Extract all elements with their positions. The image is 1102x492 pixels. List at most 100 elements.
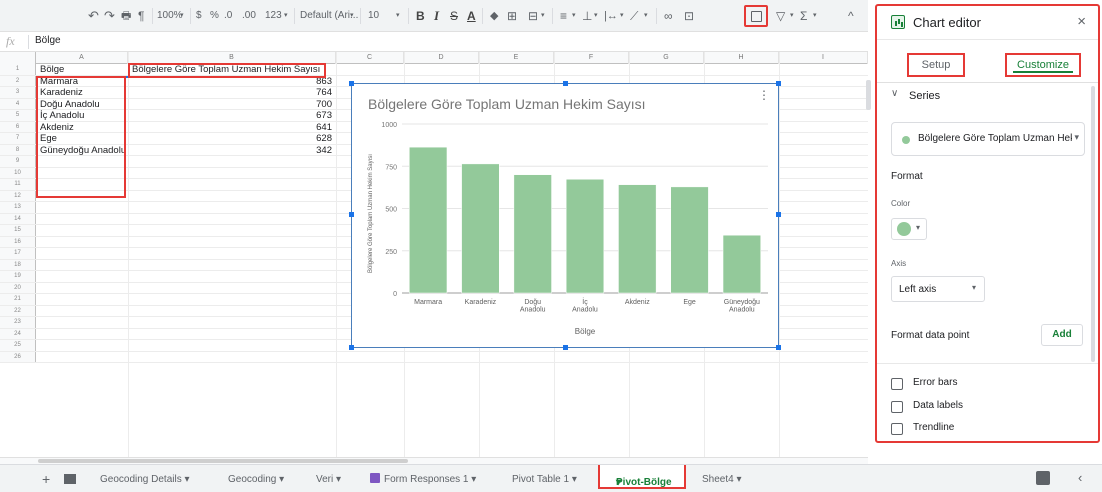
cell-b[interactable] [130, 306, 332, 317]
cell-b[interactable] [130, 294, 332, 305]
row-header[interactable]: 6 [0, 121, 36, 132]
italic-button[interactable]: I [434, 8, 439, 24]
font-size-select[interactable]: 10 [368, 8, 379, 24]
paint-format-button[interactable]: ¶ [138, 8, 144, 24]
add-sheet-button[interactable]: + [42, 471, 50, 487]
column-header-h[interactable]: H [704, 52, 779, 64]
close-icon[interactable]: × [1077, 13, 1086, 30]
trendline-checkbox[interactable] [891, 423, 903, 435]
sheet-tab-geocoding-details[interactable]: Geocoding Details ▾ [100, 473, 190, 487]
borders-button[interactable]: ⊞ [507, 8, 517, 24]
tab-setup[interactable]: Setup [907, 53, 965, 77]
text-color-button[interactable]: A [467, 8, 476, 24]
cell-a[interactable] [40, 248, 126, 259]
insert-link-button[interactable]: ∞ [664, 8, 673, 24]
row-header[interactable]: 4 [0, 98, 36, 109]
decrease-decimals-button[interactable]: .0 [224, 8, 232, 24]
increase-decimals-button[interactable]: .00 [242, 8, 256, 24]
text-rotation-button[interactable]: ⟋ [630, 8, 638, 24]
sheet-tab-form-responses-1[interactable]: Form Responses 1 ▾ [370, 473, 476, 487]
column-header-e[interactable]: E [479, 52, 554, 64]
cell-a[interactable] [40, 271, 126, 282]
cell-b[interactable] [130, 179, 332, 190]
resize-handle[interactable] [563, 81, 568, 86]
cell-b[interactable] [130, 156, 332, 167]
row-header[interactable]: 15 [0, 225, 36, 236]
row-header[interactable]: 21 [0, 294, 36, 305]
side-panel-toggle[interactable]: ‹ [1078, 470, 1082, 485]
sheet-tab-pivot-bolge[interactable]: Pivot-Bölge ▾ [598, 465, 686, 489]
resize-handle[interactable] [776, 81, 781, 86]
row-header[interactable]: 19 [0, 271, 36, 282]
resize-handle[interactable] [349, 212, 354, 217]
cell-b[interactable] [130, 271, 332, 282]
cell-b[interactable] [130, 202, 332, 213]
insert-comment-button[interactable]: ⊡ [684, 8, 694, 24]
row-header[interactable]: 7 [0, 133, 36, 144]
print-button[interactable]: 🖶 [121, 8, 131, 24]
row-header[interactable]: 25 [0, 340, 36, 351]
cell-b[interactable] [130, 214, 332, 225]
cell-a[interactable] [40, 306, 126, 317]
cell-a[interactable] [40, 225, 126, 236]
redo-button[interactable]: ↷ [104, 8, 115, 24]
strikethrough-button[interactable]: S [450, 8, 458, 24]
zoom-select[interactable]: 100% [157, 8, 183, 24]
resize-handle[interactable] [776, 212, 781, 217]
row-header[interactable]: 3 [0, 87, 36, 98]
cell-b[interactable]: 700 [130, 99, 332, 110]
cell-a[interactable] [40, 202, 126, 213]
cell-b[interactable] [130, 340, 332, 351]
collapse-toolbar-button[interactable]: ^ [848, 9, 854, 23]
row-header[interactable]: 18 [0, 259, 36, 270]
more-formats-button[interactable]: 123 [265, 8, 282, 24]
all-sheets-icon[interactable] [65, 475, 75, 483]
resize-handle[interactable] [563, 345, 568, 350]
resize-handle[interactable] [776, 345, 781, 350]
row-header[interactable]: 5 [0, 110, 36, 121]
sheet-tab-veri[interactable]: Veri ▾ [316, 473, 341, 487]
row-header[interactable]: 2 [0, 75, 36, 86]
row-header[interactable]: 17 [0, 248, 36, 259]
row-header[interactable]: 13 [0, 202, 36, 213]
select-all-corner[interactable] [0, 52, 36, 64]
row-header[interactable]: 22 [0, 305, 36, 316]
row-header[interactable]: 8 [0, 144, 36, 155]
functions-button[interactable]: Σ [800, 8, 807, 24]
cell-a[interactable] [40, 294, 126, 305]
data-labels-checkbox[interactable] [891, 401, 903, 413]
cell-a[interactable] [40, 317, 126, 328]
color-picker[interactable]: ▾ [891, 218, 927, 240]
cell-b[interactable] [130, 225, 332, 236]
panel-scrollbar[interactable] [1091, 86, 1095, 362]
cell-b[interactable] [130, 329, 332, 340]
cell-b[interactable] [130, 283, 332, 294]
cell-a[interactable] [40, 329, 126, 340]
column-header-c[interactable]: C [336, 52, 404, 64]
undo-button[interactable]: ↶ [88, 8, 99, 24]
resize-handle[interactable] [349, 81, 354, 86]
cell-b[interactable] [130, 352, 332, 363]
text-wrapping-button[interactable]: |↔ [604, 8, 618, 24]
series-section-heading[interactable]: Series [909, 90, 940, 102]
horizontal-scrollbar[interactable] [38, 459, 408, 463]
cell-b[interactable]: 342 [130, 145, 332, 156]
sheet-tab-geocoding[interactable]: Geocoding ▾ [228, 473, 284, 487]
cell-a[interactable] [40, 237, 126, 248]
row-header[interactable]: 1 [0, 64, 36, 75]
vertical-align-button[interactable]: ⊥ [582, 8, 592, 24]
row-header[interactable]: 12 [0, 190, 36, 201]
error-bars-checkbox[interactable] [891, 378, 903, 390]
add-data-point-button[interactable]: Add [1041, 324, 1083, 346]
cell-b[interactable] [130, 237, 332, 248]
fill-color-button[interactable]: ◆ [490, 8, 498, 24]
cell-a[interactable] [40, 260, 126, 271]
column-header-d[interactable]: D [404, 52, 479, 64]
vertical-scrollbar[interactable] [866, 80, 871, 110]
row-header[interactable]: 26 [0, 351, 36, 362]
sheet-tab-pivot-table-1[interactable]: Pivot Table 1 ▾ [512, 473, 577, 487]
cell-a[interactable] [40, 340, 126, 351]
percent-button[interactable]: % [210, 8, 219, 24]
column-header-f[interactable]: F [554, 52, 629, 64]
cell-b[interactable] [130, 191, 332, 202]
